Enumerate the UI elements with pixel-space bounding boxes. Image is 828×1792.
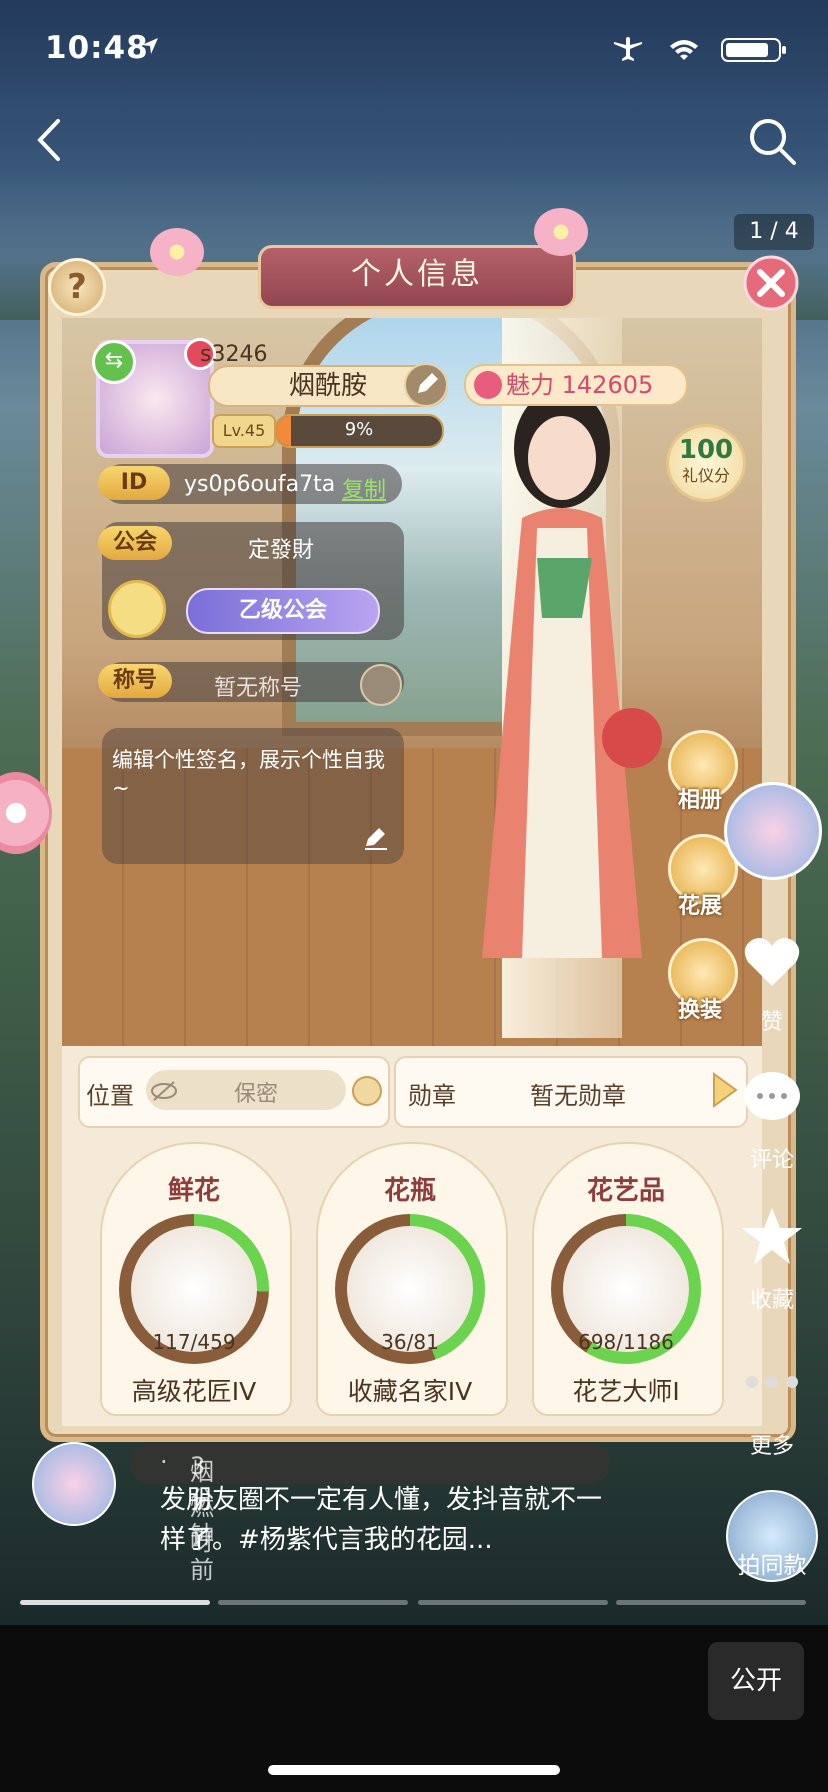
charm-value: 142605 <box>561 371 654 399</box>
decor-flower <box>150 228 204 276</box>
collection-rank: 收藏名家IV <box>347 1377 473 1406</box>
charm-label: 魅力 <box>506 371 554 399</box>
image-progress-segment <box>418 1600 608 1605</box>
image-pager: 1 / 4 <box>734 214 814 250</box>
back-chevron-icon[interactable] <box>30 115 70 165</box>
collection-rank: 花艺大师I <box>572 1377 680 1406</box>
guild-name: 定發財 <box>248 538 315 563</box>
level-badge: Lv.45 <box>212 414 276 448</box>
same-style-label[interactable]: 拍同款 <box>722 1546 822 1580</box>
location-label: 位置 <box>86 1082 134 1110</box>
edit-name-icon[interactable] <box>404 363 448 407</box>
status-time: 10:48 <box>45 30 149 66</box>
etiquette-label: 礼仪分 <box>681 466 730 485</box>
image-progress-segment <box>218 1600 408 1605</box>
pencil-icon[interactable] <box>362 824 390 852</box>
more-icon[interactable] <box>740 1350 804 1414</box>
collection-title: 花艺品 <box>586 1176 665 1206</box>
swap-icon[interactable]: ⇆ <box>92 340 136 384</box>
arrow-right-icon[interactable] <box>710 1072 740 1108</box>
hidden-eye-icon <box>151 1081 177 1101</box>
title-value: 暂无称号 <box>214 676 303 701</box>
favorite-label: 收藏 <box>749 1288 794 1313</box>
caption-avatar[interactable] <box>32 1442 116 1526</box>
wifi-icon <box>670 40 698 60</box>
guild-tag: 公会 <box>98 526 172 560</box>
rose-icon <box>474 371 502 399</box>
etiquette-score: 100 <box>678 435 734 465</box>
character-figure <box>482 388 662 958</box>
charm-pill: 魅力 142605 <box>464 364 688 406</box>
title-tag: 称号 <box>98 664 172 698</box>
gear-icon[interactable] <box>360 664 402 706</box>
collection-count: 117/459 <box>152 1330 236 1354</box>
airplane-icon <box>614 37 642 61</box>
status-icons <box>614 37 786 62</box>
heart-icon[interactable] <box>740 930 804 994</box>
caption-meta: 烟燃呀 · 3分钟前 <box>130 1444 610 1584</box>
medal-label: 勋章 <box>408 1082 456 1110</box>
image-progress-segment <box>20 1600 210 1605</box>
collection-title: 鲜花 <box>167 1176 220 1206</box>
author-avatar[interactable] <box>724 782 822 880</box>
guild-rank-badge: 乙级公会 <box>186 588 380 634</box>
flower-show-label: 花展 <box>677 894 722 919</box>
exp-percent: 9% <box>344 419 374 440</box>
star-icon[interactable] <box>740 1204 804 1268</box>
location-value: 保密 <box>234 1082 279 1107</box>
caption-text[interactable]: 发朋友圈不一定有人懂，发抖音就不一样了。#杨紫代言我的花园... <box>160 1480 620 1560</box>
help-button[interactable]: ? <box>48 258 106 316</box>
collection-rank: 高级花匠IV <box>131 1377 257 1406</box>
search-icon[interactable] <box>746 115 798 167</box>
etiquette-badge[interactable]: 100 礼仪分 <box>666 424 746 502</box>
location-arrow-icon <box>142 38 158 54</box>
exp-bar: 9% <box>274 414 444 448</box>
medal-value: 暂无勋章 <box>530 1082 626 1110</box>
id-tag: ID <box>98 466 170 500</box>
player-uid: s3246 <box>200 342 268 367</box>
home-indicator <box>268 1765 560 1775</box>
panel-title: 个人信息 <box>258 245 576 309</box>
collection-title: 花瓶 <box>383 1176 436 1206</box>
battery-icon <box>721 38 786 62</box>
close-icon[interactable] <box>742 254 800 312</box>
collection-count: 36/81 <box>381 1330 439 1354</box>
collection-count: 698/1186 <box>578 1330 674 1354</box>
signature-text: 编辑个性签名，展示个性自我~ <box>112 748 385 800</box>
clover-icon <box>108 580 166 638</box>
comment-label: 评论 <box>749 1148 794 1173</box>
public-button[interactable]: 公开 <box>708 1642 804 1720</box>
like-label: 赞 <box>760 1010 783 1035</box>
image-progress-segment <box>616 1600 806 1605</box>
player-id: ys0p6oufa7ta <box>184 472 336 497</box>
status-bar: 10:48 <box>0 0 828 100</box>
copy-id-link[interactable]: 复制 <box>342 472 386 504</box>
comment-icon[interactable] <box>740 1066 804 1130</box>
refresh-icon[interactable] <box>350 1074 384 1108</box>
more-label: 更多 <box>749 1434 794 1459</box>
decor-flower <box>534 208 588 256</box>
